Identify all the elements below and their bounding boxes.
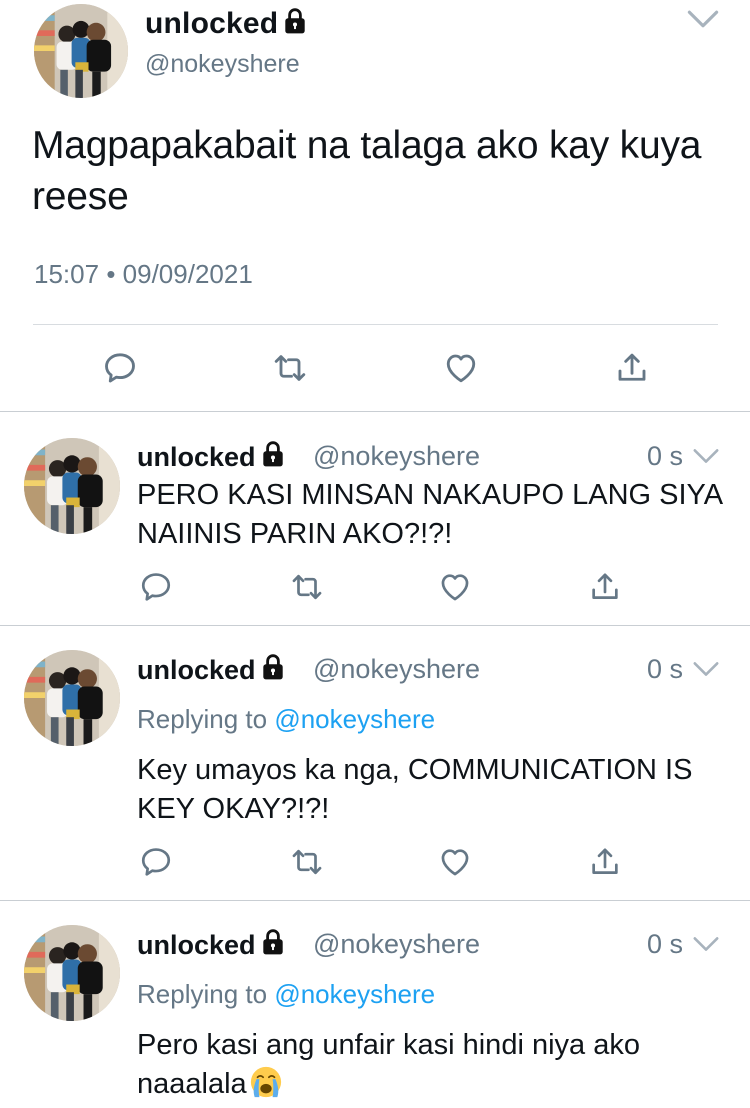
loudly-crying-face-icon — [249, 1065, 283, 1099]
reply-time: 0 s — [647, 929, 684, 959]
display-name-text: unlocked — [145, 7, 279, 40]
avatar-image — [34, 4, 128, 98]
reply-icon[interactable] — [139, 570, 173, 604]
avatar-image — [24, 650, 120, 746]
chevron-down-icon[interactable] — [692, 660, 720, 678]
reply-tweet: unlocked @nokeyshere 0 s Replying to @no… — [0, 902, 750, 1108]
tweet-timestamp: 15:07 • 09/09/2021 — [34, 259, 253, 290]
meta-separator: • — [106, 259, 116, 289]
handle[interactable]: @nokeyshere — [313, 929, 480, 960]
retweet-icon[interactable] — [290, 845, 324, 879]
avatar[interactable] — [24, 925, 120, 1021]
reply-text: PERO KASI MINSAN NAKAUPO LANG SIYA NAIIN… — [137, 479, 722, 550]
reply-tweet: unlocked @nokeyshere 0 s PERO KASI MINSA… — [0, 413, 750, 626]
reply-icon[interactable] — [139, 845, 173, 879]
handle[interactable]: @nokeyshere — [313, 441, 480, 472]
lock-icon — [260, 440, 286, 468]
reply-icon[interactable] — [102, 350, 138, 386]
share-icon[interactable] — [614, 350, 650, 386]
replying-to: Replying to @nokeyshere — [137, 704, 435, 735]
avatar-image — [24, 925, 120, 1021]
chevron-down-icon[interactable] — [692, 935, 720, 953]
retweet-icon[interactable] — [272, 350, 308, 386]
lock-icon — [260, 928, 286, 956]
avatar[interactable] — [34, 4, 128, 98]
display-name[interactable]: unlocked — [145, 7, 308, 41]
mention-link[interactable]: @nokeyshere — [274, 979, 435, 1009]
lock-icon — [282, 7, 308, 35]
replying-to: Replying to @nokeyshere — [137, 979, 435, 1010]
share-icon[interactable] — [588, 845, 622, 879]
display-name[interactable]: unlocked — [137, 653, 286, 686]
reply-text: Key umayos ka nga, COMMUNICATION IS KEY … — [137, 754, 693, 825]
display-name-text: unlocked — [137, 655, 256, 685]
chevron-down-icon[interactable] — [686, 8, 720, 30]
display-name-text: unlocked — [137, 442, 256, 472]
reply-tweet: unlocked @nokeyshere 0 s Replying to @no… — [0, 627, 750, 901]
retweet-icon[interactable] — [290, 570, 324, 604]
heart-icon[interactable] — [443, 350, 479, 386]
display-name-text: unlocked — [137, 930, 256, 960]
mention-link[interactable]: @nokeyshere — [274, 704, 435, 734]
replying-to-label: Replying to — [137, 704, 268, 734]
avatar-image — [24, 438, 120, 534]
tweet-date: 09/09/2021 — [122, 259, 253, 289]
heart-icon[interactable] — [438, 570, 472, 604]
lock-icon — [260, 653, 286, 681]
avatar[interactable] — [24, 438, 120, 534]
main-tweet: unlocked @nokeyshere Magpapakabait na ta… — [0, 0, 750, 412]
avatar[interactable] — [24, 650, 120, 746]
display-name[interactable]: unlocked — [137, 440, 286, 473]
handle[interactable]: @nokeyshere — [145, 50, 300, 79]
tweet-time: 15:07 — [34, 259, 100, 289]
reply-time: 0 s — [647, 654, 684, 684]
reply-text-content: Pero kasi ang unfair kasi hindi niya ako… — [137, 1029, 640, 1100]
reply-time: 0 s — [647, 441, 684, 471]
divider — [33, 324, 718, 325]
chevron-down-icon[interactable] — [692, 447, 720, 465]
handle[interactable]: @nokeyshere — [313, 654, 480, 685]
tweet-text: Magpapakabait na talaga ako kay kuya ree… — [32, 124, 702, 218]
display-name[interactable]: unlocked — [137, 928, 286, 961]
replying-to-label: Replying to — [137, 979, 268, 1009]
share-icon[interactable] — [588, 570, 622, 604]
heart-icon[interactable] — [438, 845, 472, 879]
reply-text: Pero kasi ang unfair kasi hindi niya ako… — [137, 1026, 727, 1104]
